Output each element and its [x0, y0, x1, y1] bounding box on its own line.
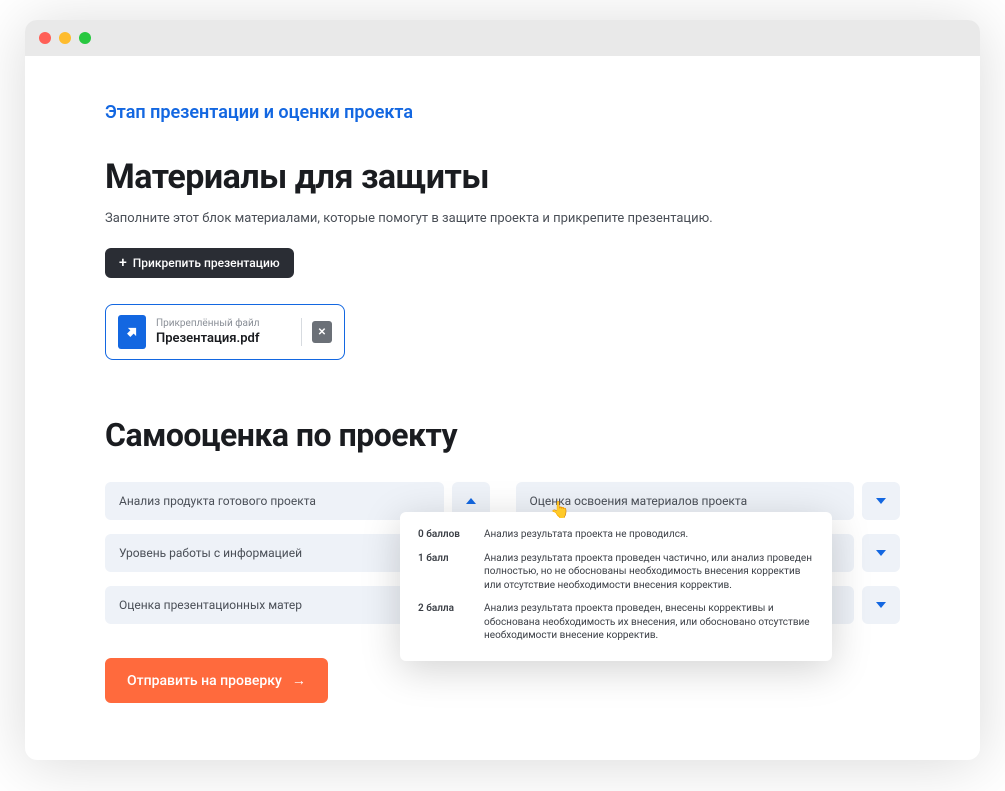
submit-button-label: Отправить на проверку [127, 673, 282, 689]
titlebar [25, 20, 980, 56]
score-value: 0 баллов [418, 528, 470, 542]
attach-presentation-button[interactable]: + Прикрепить презентацию [105, 248, 294, 278]
pdf-file-icon [118, 315, 146, 349]
criterion-label: Оценка презентационных матер [105, 586, 444, 624]
score-description: Анализ результата проекта проведен, внес… [484, 602, 814, 643]
divider [301, 318, 302, 346]
materials-description: Заполните этот блок материалами, которые… [105, 211, 900, 226]
criterion-label: Уровень работы с информацией [105, 534, 444, 572]
plus-icon: + [119, 256, 127, 270]
attached-file-card: Прикреплённый файл Презентация.pdf [105, 304, 345, 360]
score-description: Анализ результата проекта проведен части… [484, 552, 814, 593]
attach-button-label: Прикрепить презентацию [133, 256, 280, 270]
score-value: 2 балла [418, 602, 470, 643]
submit-button[interactable]: Отправить на проверку → [105, 658, 328, 703]
score-popover: 0 баллов Анализ результата проекта не пр… [400, 512, 832, 661]
file-name: Презентация.pdf [156, 331, 291, 346]
chevron-down-icon [876, 498, 886, 504]
score-description: Анализ результата проекта не проводился. [484, 528, 814, 542]
score-option[interactable]: 2 балла Анализ результата проекта провед… [418, 602, 814, 643]
chevron-up-icon [466, 498, 476, 504]
criterion-label: Анализ продукта готового проекта [105, 482, 444, 520]
score-option[interactable]: 1 балл Анализ результата проекта проведе… [418, 552, 814, 593]
window-minimize-icon[interactable] [59, 32, 71, 44]
delete-file-button[interactable] [312, 321, 332, 343]
assessment-heading: Самооценка по проекту [105, 416, 900, 454]
criterion-toggle[interactable] [862, 482, 900, 520]
arrow-right-icon: → [292, 672, 306, 689]
window-close-icon[interactable] [39, 32, 51, 44]
score-option[interactable]: 0 баллов Анализ результата проекта не пр… [418, 528, 814, 542]
app-window: Этап презентации и оценки проекта Матери… [25, 20, 980, 760]
criterion-toggle[interactable] [862, 586, 900, 624]
chevron-down-icon [876, 550, 886, 556]
breadcrumb[interactable]: Этап презентации и оценки проекта [105, 102, 900, 123]
chevron-down-icon [876, 602, 886, 608]
materials-heading: Материалы для защиты [105, 157, 900, 197]
score-value: 1 балл [418, 552, 470, 593]
criterion-toggle[interactable] [862, 534, 900, 572]
window-maximize-icon[interactable] [79, 32, 91, 44]
file-meta: Прикреплённый файл Презентация.pdf [156, 318, 291, 346]
file-tag: Прикреплённый файл [156, 318, 291, 329]
